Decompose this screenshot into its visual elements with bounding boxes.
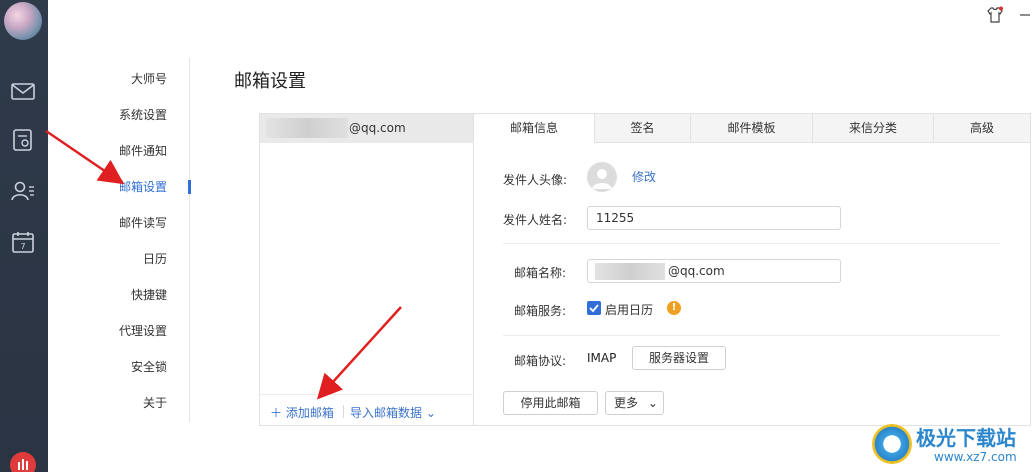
nav-item-mail-read-write[interactable]: 邮件读写 [119, 214, 167, 231]
contacts-card-icon[interactable] [10, 127, 36, 153]
add-mailbox-button[interactable]: ＋ 添加邮箱 [270, 404, 334, 421]
nav-item-mail-notification[interactable]: 邮件通知 [119, 142, 167, 159]
tab-advanced[interactable]: 高级 [933, 114, 1030, 143]
account-list-item[interactable]: @qq.com [260, 114, 473, 143]
footer-divider [343, 405, 344, 418]
protocol-value: IMAP [587, 351, 617, 365]
server-settings-button[interactable]: 服务器设置 [632, 346, 726, 370]
sender-avatar [587, 162, 617, 192]
nav-item-proxy-settings[interactable]: 代理设置 [119, 322, 167, 339]
chevron-down-icon: ⌄ [647, 396, 658, 410]
mailbox-name-value: @qq.com [668, 264, 725, 278]
watermark-title: 极光下载站 [916, 426, 1016, 450]
redacted-mailbox-prefix [595, 263, 665, 280]
watermark: 极光下载站 www.xz7.com [872, 420, 1030, 470]
enable-calendar-label: 启用日历 [605, 303, 654, 317]
settings-tabs: 邮箱信息 签名 邮件模板 来信分类 高级 [474, 114, 1030, 143]
import-mail-data-button[interactable]: 导入邮箱数据 ⌄ [350, 404, 436, 421]
watermark-logo-icon [872, 424, 912, 464]
account-list-footer: ＋ 添加邮箱 导入邮箱数据 ⌄ [260, 394, 473, 424]
sender-name-field[interactable]: 11255 [587, 206, 841, 230]
section-divider [503, 335, 1000, 336]
calendar-icon[interactable]: 7 [10, 229, 36, 255]
nav-item-mailbox-settings[interactable]: 邮箱设置 [119, 178, 167, 195]
calendar-day: 7 [20, 242, 25, 251]
minimize-icon[interactable] [1018, 6, 1030, 27]
redacted-email-prefix [266, 118, 348, 138]
more-label: 更多 [614, 396, 639, 410]
nav-item-about[interactable]: 关于 [143, 394, 167, 411]
mail-icon[interactable] [10, 78, 36, 104]
page-title: 邮箱设置 [234, 71, 306, 92]
nav-item-shortcuts[interactable]: 快捷键 [131, 286, 167, 303]
mailbox-name-label: 邮箱名称: [514, 266, 567, 280]
add-mailbox-label: 添加邮箱 [285, 406, 334, 420]
edit-avatar-link[interactable]: 修改 [632, 168, 656, 185]
tab-incoming-category[interactable]: 来信分类 [812, 114, 933, 143]
mailbox-service-label: 邮箱服务: [514, 304, 567, 318]
section-divider [503, 243, 1000, 244]
check-icon [589, 304, 599, 313]
watermark-url: www.xz7.com [934, 450, 1017, 464]
tab-mailbox-info[interactable]: 邮箱信息 [474, 114, 594, 143]
app-sidebar: 7 [0, 0, 48, 472]
person-icon [592, 169, 612, 189]
account-list: @qq.com ＋ 添加邮箱 导入邮箱数据 ⌄ [260, 114, 474, 425]
nav-active-indicator [188, 180, 191, 194]
disable-mailbox-button[interactable]: 停用此邮箱 [503, 391, 598, 415]
app-logo-icon[interactable] [10, 452, 36, 472]
settings-nav: 大师号 系统设置 邮件通知 邮箱设置 邮件读写 日历 快捷键 代理设置 安全锁 … [48, 58, 191, 422]
more-button[interactable]: 更多 ⌄ [605, 391, 664, 415]
nav-item-system-settings[interactable]: 系统设置 [119, 106, 167, 123]
sender-avatar-label: 发件人头像: [503, 173, 568, 187]
sender-name-label: 发件人姓名: [503, 213, 568, 227]
nav-item-master-account[interactable]: 大师号 [131, 70, 167, 87]
enable-calendar-checkbox[interactable] [587, 301, 601, 315]
warning-icon[interactable]: ! [667, 301, 681, 315]
address-book-icon[interactable] [10, 178, 36, 204]
tab-signature[interactable]: 签名 [594, 114, 690, 143]
import-mail-data-label: 导入邮箱数据 [350, 406, 423, 420]
plus-icon: ＋ [270, 406, 286, 420]
nav-item-calendar[interactable]: 日历 [143, 250, 167, 267]
nav-item-security-lock[interactable]: 安全锁 [131, 358, 167, 375]
chevron-down-icon: ⌄ [425, 406, 436, 420]
protocol-label: 邮箱协议: [514, 354, 567, 368]
account-email: @qq.com [349, 121, 406, 135]
skin-icon[interactable] [986, 6, 1004, 27]
user-avatar[interactable] [4, 2, 42, 40]
tab-mail-template[interactable]: 邮件模板 [690, 114, 812, 143]
